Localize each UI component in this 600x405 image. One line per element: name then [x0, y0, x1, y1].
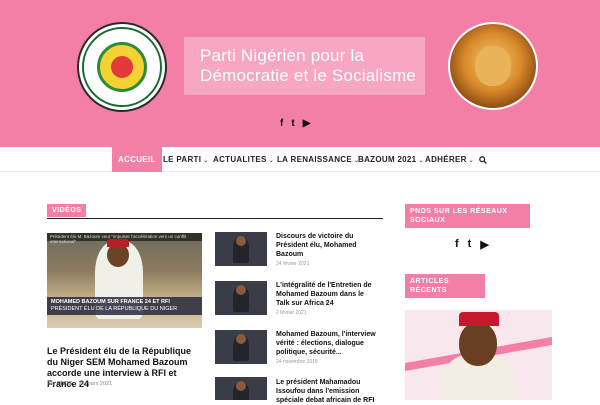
social-label-line2: SOCIAUX — [410, 217, 446, 224]
image-person-face — [459, 322, 497, 366]
facebook-icon[interactable]: f — [455, 238, 459, 251]
ticker-line-1: MOHAMED BAZOUM SUR FRANCE 24 ET RFI — [51, 299, 170, 305]
video-list-title[interactable]: Discours de victoire du Président élu, M… — [276, 232, 376, 259]
video-list-title[interactable]: Le président Mahamadou Issoufou dans l'e… — [276, 378, 376, 405]
nav-item-bazoum-2021[interactable]: BAZOUM 2021 ⌄ — [358, 147, 424, 172]
section-divider — [47, 218, 383, 219]
video-thumbnail[interactable] — [215, 281, 267, 315]
video-thumbnail[interactable] — [215, 232, 267, 266]
party-logo[interactable] — [77, 22, 167, 112]
video-list-date: 24 novembre 2019 — [276, 359, 318, 365]
videos-section-label[interactable]: VIDÉOS — [47, 204, 87, 217]
main-navigation: ACCUEIL LE PARTI ⌄ ACTUALITES ⌄ LA RENAISS… — [0, 147, 600, 172]
search-button[interactable] — [479, 147, 487, 172]
nav-label: LE PARTI — [163, 155, 202, 164]
nav-label: LA RENAISSANCE — [277, 155, 353, 164]
logo-core — [97, 42, 147, 92]
image-person-hat — [459, 312, 499, 326]
video-thumbnail[interactable] — [215, 377, 267, 400]
nav-item-actualites[interactable]: ACTUALITES ⌄ — [213, 147, 274, 172]
meta-author[interactable]: PNDS — [57, 381, 72, 387]
featured-video-meta: Par PNDS 26 mars 2021 — [47, 381, 112, 387]
site-title-line2: Démocratie et le Socialisme — [200, 66, 417, 85]
recent-article-image[interactable] — [405, 310, 552, 400]
video-thumbnail[interactable] — [215, 330, 267, 364]
featured-video-thumbnail[interactable]: Président élu M. Bazoum veut "impulser l… — [47, 233, 202, 328]
video-list-title[interactable]: Mohamed Bazoum, l'interview vérité : éle… — [276, 330, 376, 357]
lion-face — [475, 46, 511, 86]
video-list-date: 24 février 2021 — [276, 261, 310, 267]
nav-label: ADHÉRER — [425, 155, 467, 164]
youtube-icon[interactable]: ▶ — [303, 118, 311, 129]
lion-image — [448, 22, 538, 110]
twitter-icon[interactable]: t — [291, 118, 294, 129]
videos-label-text: VIDÉOS — [52, 207, 82, 214]
recent-label-line2: RÉCENTS — [410, 287, 447, 294]
facebook-icon[interactable]: f — [280, 118, 283, 129]
thumbnail-head — [236, 334, 246, 344]
youtube-icon[interactable]: ▶ — [480, 238, 488, 251]
social-label-line1: PNDS SUR LES RÉSEAUX — [410, 208, 508, 215]
recent-label-line1: ARTICLES — [410, 278, 449, 285]
nav-label: ACTUALITES — [213, 155, 267, 164]
logo-emblem-icon — [111, 56, 133, 78]
nav-item-accueil[interactable]: ACCUEIL — [112, 147, 162, 172]
ticker-line-2: PRÉSIDENT ÉLU DE LA RÉPUBLIQUE DU NIGER — [51, 306, 178, 312]
nav-item-la-renaissance[interactable]: LA RENAISSANCE ⌄ — [277, 147, 359, 172]
thumbnail-head — [236, 381, 246, 391]
nav-item-adherer[interactable]: ADHÉRER ⌄ — [425, 147, 474, 172]
chevron-down-icon: ⌄ — [203, 158, 209, 164]
site-header: Parti Nigérien pour la Démocratie et le … — [0, 0, 600, 147]
thumbnail-cap — [107, 239, 129, 247]
header-social-links: f t ▶ — [280, 118, 310, 129]
chevron-down-icon: ⌄ — [268, 158, 274, 164]
recent-articles-label: ARTICLES RÉCENTS — [405, 274, 485, 298]
chevron-down-icon: ⌄ — [468, 158, 474, 164]
meta-by: Par — [47, 381, 56, 387]
logo-ring — [82, 27, 162, 107]
meta-date: 26 mars 2021 — [78, 381, 113, 387]
video-list-date: 2 février 2021 — [276, 310, 307, 316]
social-section-label: PNDS SUR LES RÉSEAUX SOCIAUX — [405, 204, 530, 228]
thumbnail-ticker: MOHAMED BAZOUM SUR FRANCE 24 ET RFI PRÉS… — [47, 297, 202, 315]
chevron-down-icon: ⌄ — [418, 158, 424, 164]
video-list-title[interactable]: L'intégralité de l'Entretien de Mohamed … — [276, 281, 376, 308]
search-icon — [479, 156, 487, 164]
nav-label: BAZOUM 2021 — [358, 155, 417, 164]
nav-item-le-parti[interactable]: LE PARTI ⌄ — [163, 147, 209, 172]
nav-label: ACCUEIL — [118, 155, 156, 164]
twitter-icon[interactable]: t — [468, 238, 472, 251]
site-title[interactable]: Parti Nigérien pour la Démocratie et le … — [184, 37, 425, 95]
thumbnail-head — [236, 285, 246, 295]
site-title-line1: Parti Nigérien pour la — [200, 46, 365, 65]
sidebar-social-links: f t ▶ — [455, 238, 489, 251]
thumbnail-head — [236, 236, 246, 246]
